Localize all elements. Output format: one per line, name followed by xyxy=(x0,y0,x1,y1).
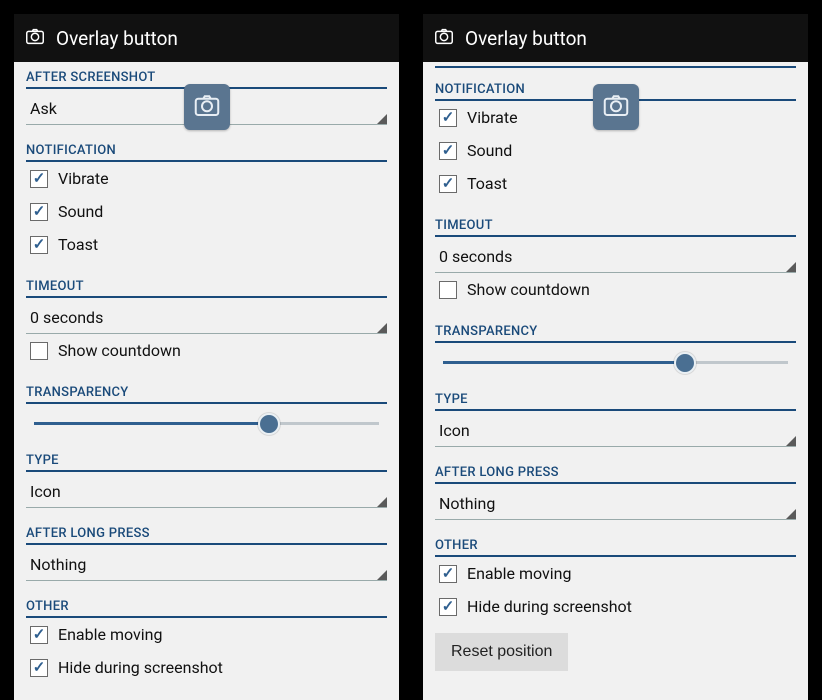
checkbox-unchecked-icon xyxy=(30,342,48,360)
type-spinner[interactable]: Icon xyxy=(26,472,387,508)
slider-fill xyxy=(34,422,269,425)
checkbox-label: Enable moving xyxy=(58,625,162,644)
section-header-notification: NOTIFICATION xyxy=(26,143,387,162)
checkbox-label: Show countdown xyxy=(467,280,590,299)
spinner-value: Icon xyxy=(30,482,61,501)
notification-toast-row[interactable]: Toast xyxy=(435,167,796,200)
section-header-after-long-press: AFTER LONG PRESS xyxy=(435,465,796,484)
transparency-slider[interactable] xyxy=(435,343,796,374)
cutoff-divider xyxy=(435,66,796,68)
spinner-value: Nothing xyxy=(439,494,495,513)
titlebar: Overlay button xyxy=(14,14,399,62)
section-header-type: TYPE xyxy=(435,392,796,411)
section-header-timeout: TIMEOUT xyxy=(26,279,387,298)
transparency-slider[interactable] xyxy=(26,404,387,435)
after-long-press-spinner[interactable]: Nothing xyxy=(435,484,796,520)
hide-during-screenshot-row[interactable]: Hide during screenshot xyxy=(26,651,387,684)
timeout-spinner[interactable]: 0 seconds xyxy=(26,298,387,334)
type-spinner[interactable]: Icon xyxy=(435,411,796,447)
checkbox-checked-icon xyxy=(30,203,48,221)
section-header-transparency: TRANSPARENCY xyxy=(26,385,387,404)
overlay-floating-button[interactable] xyxy=(593,84,639,130)
camera-icon xyxy=(433,25,455,52)
section-header-timeout: TIMEOUT xyxy=(435,218,796,237)
settings-content: NOTIFICATION Vibrate Sound Toast TIMEOUT… xyxy=(423,62,808,700)
slider-fill xyxy=(443,361,685,364)
checkbox-checked-icon xyxy=(439,109,457,127)
slider-track xyxy=(34,422,379,425)
slider-track xyxy=(443,361,788,364)
timeout-spinner[interactable]: 0 seconds xyxy=(435,237,796,273)
checkbox-unchecked-icon xyxy=(439,281,457,299)
spinner-value: 0 seconds xyxy=(439,247,512,266)
checkbox-checked-icon xyxy=(30,170,48,188)
right-pane: Overlay button NOTIFICATION Vibrate Soun… xyxy=(423,14,808,700)
enable-moving-row[interactable]: Enable moving xyxy=(26,618,387,651)
show-countdown-row[interactable]: Show countdown xyxy=(26,334,387,367)
spinner-value: Ask xyxy=(30,99,57,118)
show-countdown-row[interactable]: Show countdown xyxy=(435,273,796,306)
after-long-press-spinner[interactable]: Nothing xyxy=(26,545,387,581)
checkbox-checked-icon xyxy=(30,236,48,254)
left-pane: Overlay button AFTER SCREENSHOT Ask NOTI… xyxy=(14,14,399,700)
slider-thumb-icon[interactable] xyxy=(258,413,280,435)
checkbox-label: Hide during screenshot xyxy=(58,658,223,677)
checkbox-checked-icon xyxy=(439,142,457,160)
checkbox-label: Vibrate xyxy=(467,108,518,127)
settings-content: AFTER SCREENSHOT Ask NOTIFICATION Vibrat… xyxy=(14,62,399,700)
camera-icon xyxy=(192,90,222,124)
titlebar: Overlay button xyxy=(423,14,808,62)
checkbox-label: Toast xyxy=(467,174,507,193)
checkbox-checked-icon xyxy=(30,626,48,644)
notification-vibrate-row[interactable]: Vibrate xyxy=(26,162,387,195)
spinner-value: 0 seconds xyxy=(30,308,103,327)
camera-icon xyxy=(601,90,631,124)
checkbox-label: Sound xyxy=(58,202,103,221)
hide-during-screenshot-row[interactable]: Hide during screenshot xyxy=(435,590,796,623)
enable-moving-row[interactable]: Enable moving xyxy=(435,557,796,590)
section-header-transparency: TRANSPARENCY xyxy=(435,324,796,343)
titlebar-title: Overlay button xyxy=(56,27,178,50)
checkbox-label: Vibrate xyxy=(58,169,109,188)
checkbox-checked-icon xyxy=(439,565,457,583)
checkbox-label: Hide during screenshot xyxy=(467,597,632,616)
notification-toast-row[interactable]: Toast xyxy=(26,228,387,261)
section-header-after-long-press: AFTER LONG PRESS xyxy=(26,526,387,545)
section-header-type: TYPE xyxy=(26,453,387,472)
checkbox-label: Sound xyxy=(467,141,512,160)
checkbox-label: Toast xyxy=(58,235,98,254)
checkbox-label: Show countdown xyxy=(58,341,181,360)
checkbox-checked-icon xyxy=(30,659,48,677)
section-header-other: OTHER xyxy=(435,538,796,557)
titlebar-title: Overlay button xyxy=(465,27,587,50)
spinner-value: Icon xyxy=(439,421,470,440)
notification-sound-row[interactable]: Sound xyxy=(26,195,387,228)
checkbox-label: Enable moving xyxy=(467,564,571,583)
checkbox-checked-icon xyxy=(439,175,457,193)
camera-icon xyxy=(24,25,46,52)
section-header-other: OTHER xyxy=(26,599,387,618)
slider-thumb-icon[interactable] xyxy=(674,352,696,374)
notification-sound-row[interactable]: Sound xyxy=(435,134,796,167)
checkbox-checked-icon xyxy=(439,598,457,616)
spinner-value: Nothing xyxy=(30,555,86,574)
overlay-floating-button[interactable] xyxy=(184,84,230,130)
reset-position-button[interactable]: Reset position xyxy=(435,633,568,671)
